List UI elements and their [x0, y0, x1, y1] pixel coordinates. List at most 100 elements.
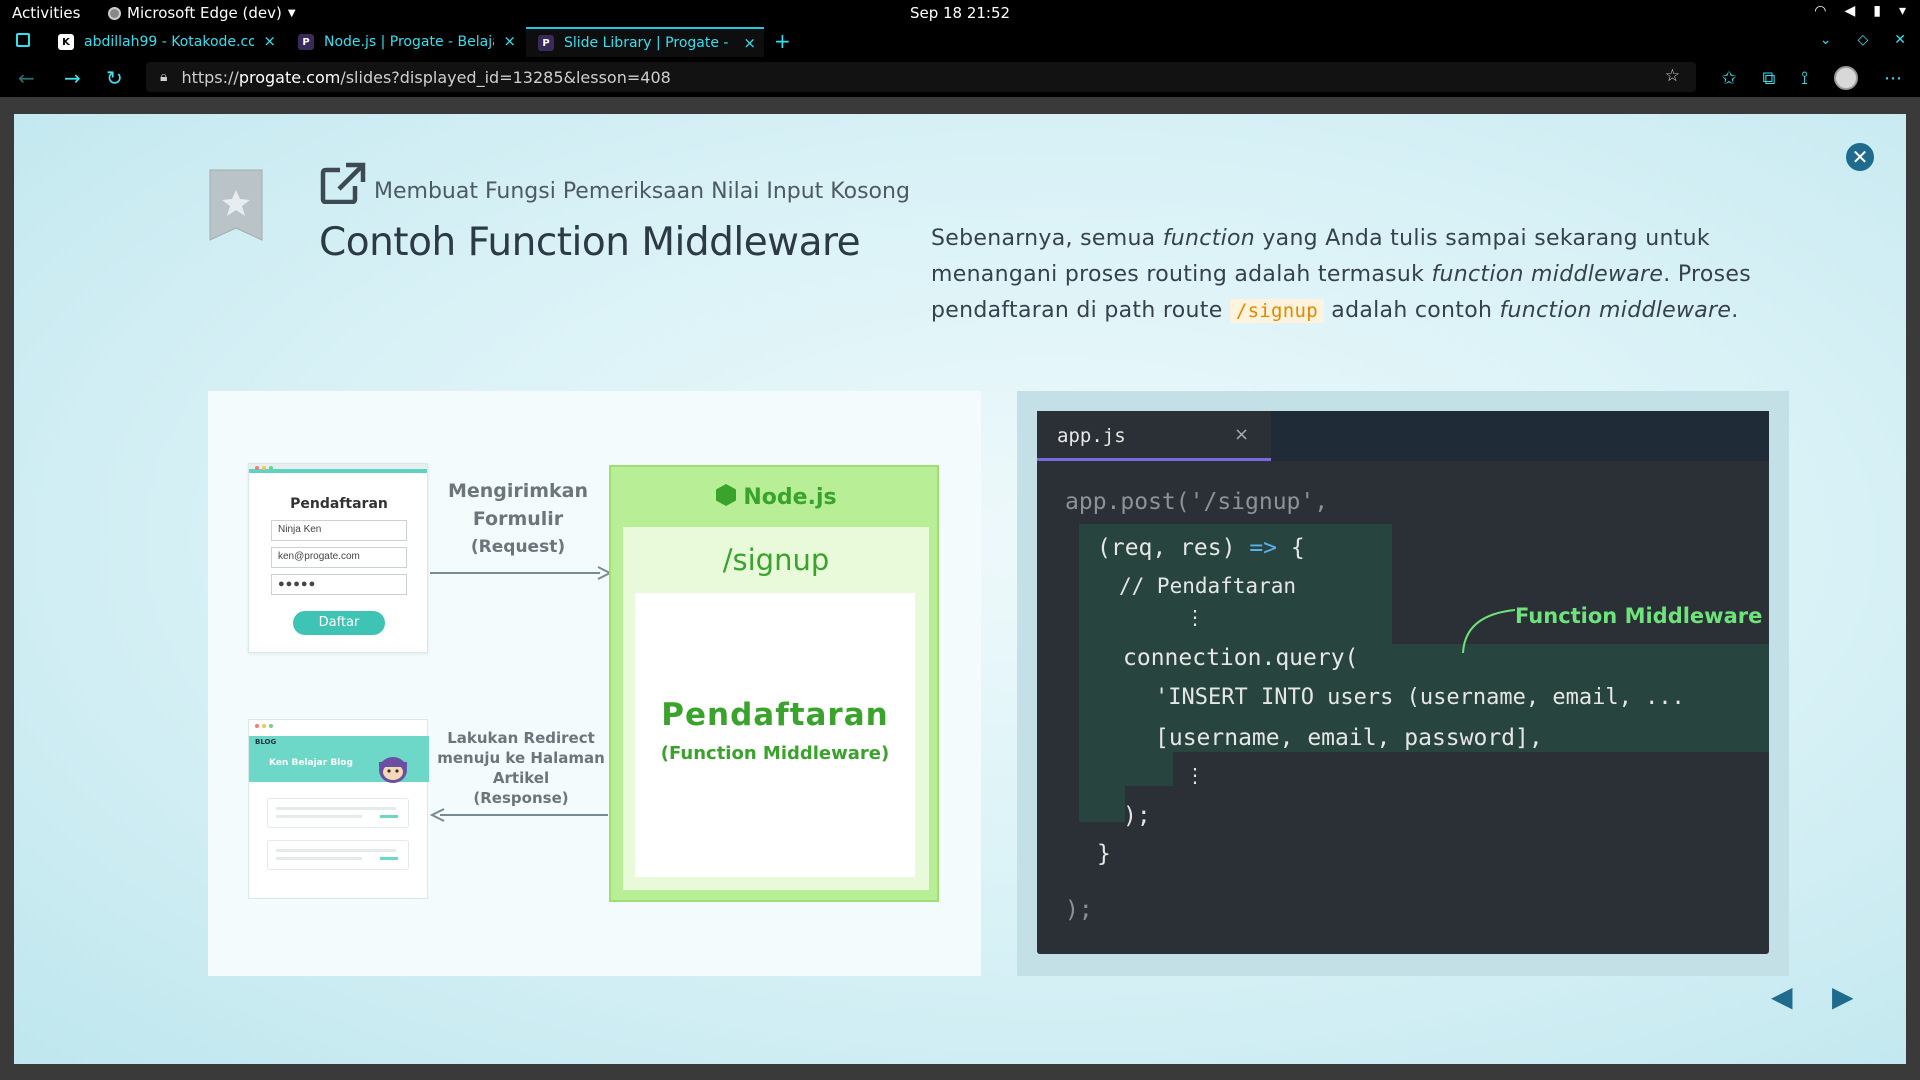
browser-bar — [249, 464, 427, 473]
bookmark-star-icon[interactable] — [208, 168, 264, 242]
back-icon[interactable]: ← — [18, 66, 35, 90]
app-name: Microsoft Edge (dev) — [127, 4, 282, 22]
wifi-icon: ◠ — [1814, 3, 1827, 19]
close-tab-icon[interactable]: × — [263, 32, 276, 50]
close-tab-icon[interactable]: × — [503, 32, 516, 50]
code-line: app.post('/signup', — [1065, 489, 1329, 515]
battery-icon: ▮ — [1873, 3, 1881, 19]
close-icon: ✕ — [1851, 145, 1869, 169]
profile-avatar[interactable] — [1834, 66, 1858, 90]
url-path: /slides?displayed_id=13285&lesson=408 — [340, 67, 671, 87]
response-line: menuju ke Halaman — [437, 749, 605, 767]
next-slide-button[interactable]: ▶ — [1832, 980, 1854, 1013]
ellipsis-line: ⋮ — [1185, 605, 1205, 629]
middleware-highlight — [1079, 752, 1173, 786]
window-dots — [255, 466, 273, 470]
blog-name: Ken Belajar Blog — [269, 758, 353, 768]
blog-label: BLOG — [255, 738, 277, 746]
name-field: Ninja Ken — [271, 520, 407, 541]
editor-tab-app-js[interactable]: app.js × — [1037, 411, 1271, 461]
tab-bar-controls: ⌄ ◇ ✕ — [1820, 32, 1906, 48]
nodejs-hexagon-icon — [716, 484, 737, 506]
response-line: Lakukan Redirect — [447, 729, 595, 747]
code-line: [username, email, password], — [1155, 725, 1543, 751]
tab-actions-icon[interactable] — [16, 33, 30, 47]
signup-form-illustration: Pendaftaran Ninja Ken ken@progate.com ●●… — [248, 463, 428, 653]
desc-text: . — [1731, 298, 1739, 323]
request-arrow — [430, 566, 612, 580]
code-line: (req, res) => { — [1097, 535, 1305, 561]
desc-italic: function middleware — [1431, 262, 1664, 287]
more-options-icon[interactable]: ⋯ — [1884, 68, 1902, 89]
forward-icon[interactable]: → — [64, 66, 81, 90]
tab-slide-library[interactable]: P Slide Library | Progate - Belajar × — [526, 27, 764, 57]
close-slide-button[interactable]: ✕ — [1844, 141, 1876, 173]
ninja-mascot-icon — [379, 757, 407, 783]
middleware-highlight — [1079, 786, 1125, 822]
tab-progate-nodejs[interactable]: P Node.js | Progate - Belajar × — [286, 27, 524, 57]
response-label: Lakukan Redirect menuju ke Halaman Artik… — [436, 728, 606, 808]
function-middleware-annotation: Function Middleware — [1515, 604, 1763, 628]
extension-icon[interactable]: ◇ — [1857, 32, 1868, 48]
nodejs-server-box: Node.js /signup Pendaftaran (Function Mi… — [609, 465, 939, 902]
reload-icon[interactable]: ↻ — [106, 66, 123, 90]
favorites-icon[interactable]: ✩ — [1721, 68, 1736, 89]
route-label: /signup — [722, 543, 830, 577]
annotation-pointer — [1462, 609, 1516, 654]
request-line: Formulir — [472, 508, 564, 530]
progate-favicon-icon: P — [298, 34, 314, 50]
slide-subtitle: Membuat Fungsi Pemeriksaan Nilai Input K… — [374, 179, 910, 204]
editor-tab-bar: app.js × — [1037, 411, 1769, 461]
code-editor: app.js × app.post('/signup', (req, res) … — [1037, 411, 1769, 954]
nodejs-header: Node.js — [611, 483, 941, 510]
address-bar-row: ← → ↻ 🔒︎ https://progate.com/slides?disp… — [0, 57, 1920, 97]
collections-icon[interactable]: ⧉ — [1762, 68, 1775, 89]
response-line: (Response) — [473, 789, 569, 807]
password-field: ●●●●● — [271, 574, 407, 595]
tab-title: Node.js | Progate - Belajar — [324, 34, 494, 50]
add-favorite-icon[interactable]: ☆ — [1665, 66, 1680, 86]
desc-italic: function middleware — [1499, 298, 1732, 323]
ellipsis-line: ⋮ — [1185, 763, 1205, 787]
daftar-button: Daftar — [293, 611, 385, 635]
middleware-box: Pendaftaran (Function Middleware) — [635, 593, 915, 877]
slide-description: Sebenarnya, semua function yang Anda tul… — [931, 221, 1791, 329]
activities-button[interactable]: Activities — [12, 4, 80, 22]
close-window-icon[interactable]: ✕ — [1894, 32, 1906, 48]
code-comment: // Pendaftaran — [1119, 574, 1297, 598]
toolbar-buttons: ✩ ⧉ ⟟ ⋯ — [1721, 66, 1902, 90]
tab-list-icon[interactable]: ⌄ — [1820, 32, 1832, 48]
page-viewport: ✕ Membuat Fungsi Pemeriksaan Nilai Input… — [0, 97, 1920, 1080]
request-label: Mengirimkan Formulir (Request) — [428, 477, 608, 561]
share-icon[interactable]: ⟟ — [1801, 68, 1808, 89]
tab-title: Slide Library | Progate - Belajar — [564, 35, 729, 51]
progate-favicon-icon: P — [538, 35, 554, 51]
tab-kotakode[interactable]: K abdillah99 - Kotakode.com × — [46, 27, 284, 57]
desc-text: Sebenarnya, semua — [931, 226, 1163, 251]
code-panel: app.js × app.post('/signup', (req, res) … — [1017, 391, 1789, 976]
chevron-down-icon: ▼ — [287, 7, 296, 19]
arrow-token: => — [1249, 535, 1278, 561]
url-domain: progate.com — [238, 67, 341, 87]
previous-slide-button[interactable]: ◀ — [1771, 980, 1793, 1013]
kotakode-favicon-icon: K — [58, 34, 74, 50]
sql-string: 'INSERT INTO users (username, email, ... — [1155, 685, 1685, 710]
email-field: ken@progate.com — [271, 547, 407, 568]
code-line: ); — [1065, 897, 1093, 923]
file-name: app.js — [1057, 425, 1126, 447]
desc-italic: function — [1162, 226, 1256, 251]
new-tab-button[interactable]: + — [774, 29, 791, 53]
slide-title: Contoh Function Middleware — [319, 220, 861, 265]
code-line: } — [1097, 841, 1111, 867]
code-line: connection.query( — [1123, 645, 1359, 671]
response-arrow — [430, 808, 608, 822]
close-tab-icon[interactable]: × — [743, 34, 756, 52]
middleware-subtitle: (Function Middleware) — [660, 743, 890, 764]
volume-icon: ◀ — [1844, 3, 1856, 19]
system-tray[interactable]: ◠ ◀ ▮ ▾ — [1814, 3, 1906, 19]
app-menu[interactable]: Microsoft Edge (dev) ▼ — [108, 4, 296, 22]
article-card — [267, 840, 409, 870]
response-line: Artikel — [492, 769, 550, 787]
url-field[interactable]: 🔒︎ https://progate.com/slides?displayed_… — [146, 62, 1696, 92]
close-file-icon[interactable]: × — [1234, 424, 1249, 445]
